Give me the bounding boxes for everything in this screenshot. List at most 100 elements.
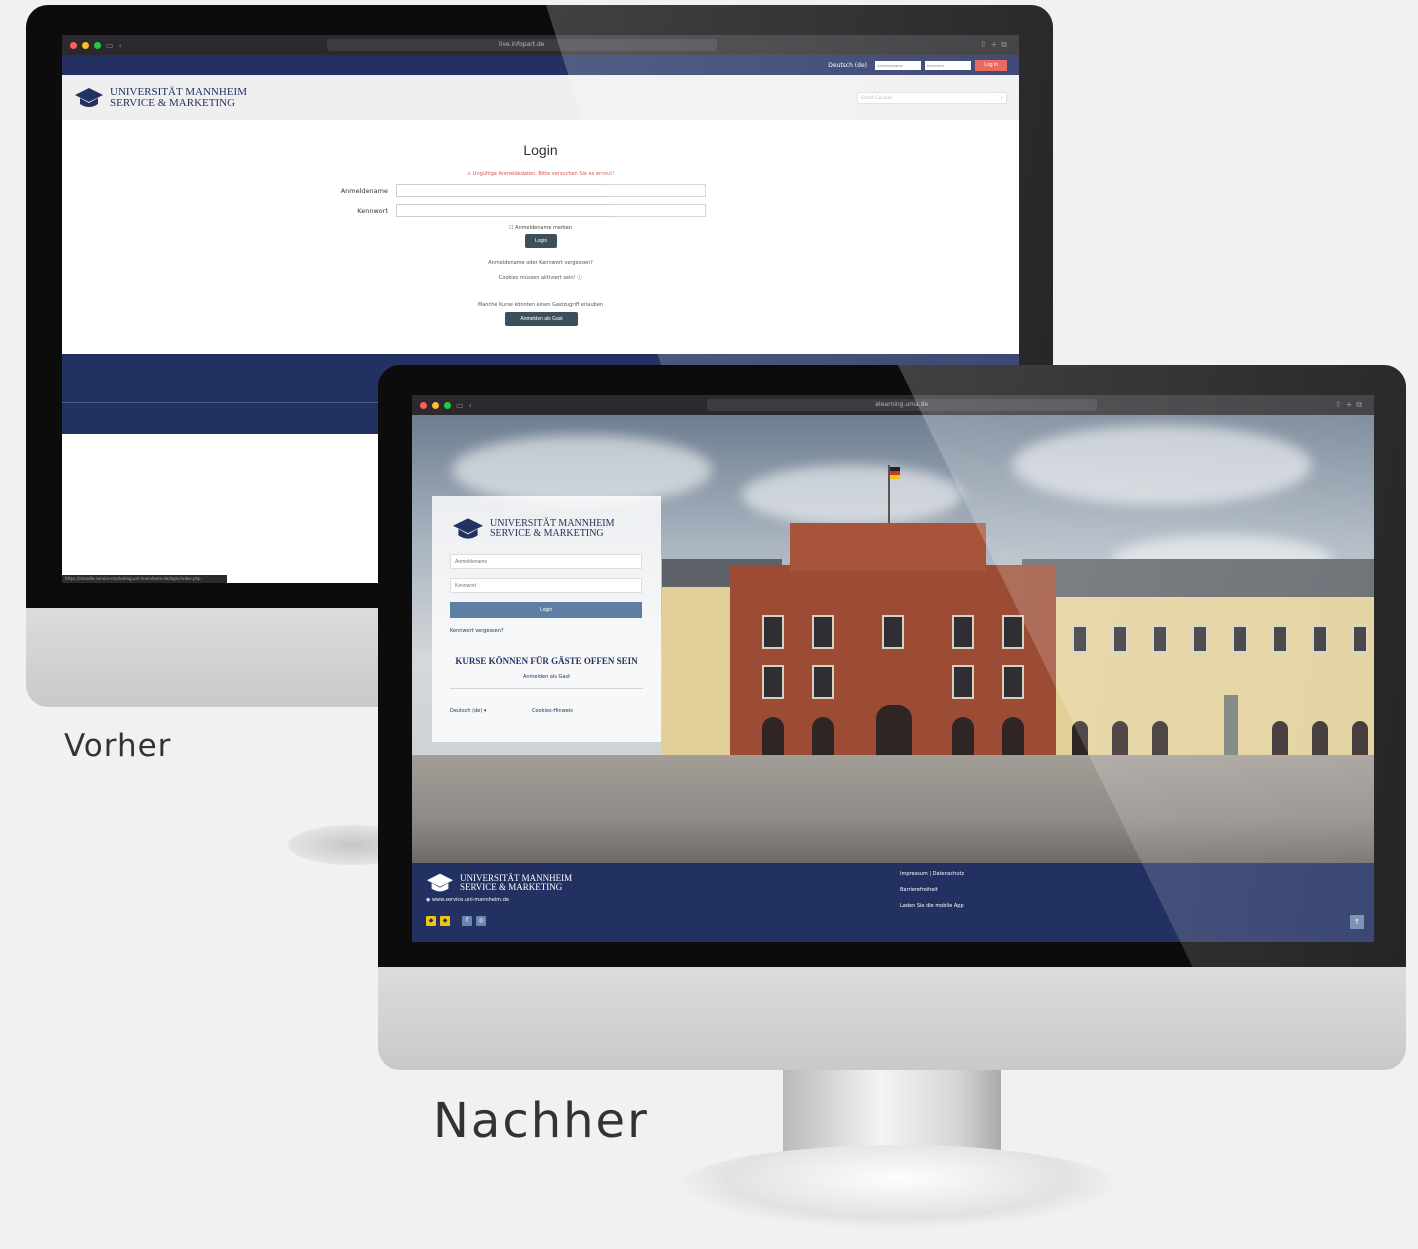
close-window-icon[interactable]	[420, 401, 427, 409]
window	[952, 615, 974, 649]
caption-before: Vorher	[64, 728, 172, 764]
close-window-icon[interactable]	[70, 41, 77, 49]
page-title: Login	[523, 142, 558, 158]
website-link[interactable]: ◉ www.service.uni-mannheim.de	[426, 897, 509, 903]
castle-background-image: UNIVERSITÄT MANNHEIM SERVICE & MARKETING…	[412, 415, 1374, 863]
cookies-notice: Cookies müssen aktiviert sein! ⓘ	[498, 275, 583, 281]
instagram-icon[interactable]: ◎	[476, 916, 486, 926]
archway	[762, 717, 784, 757]
archway	[1312, 721, 1328, 757]
archway	[952, 717, 974, 757]
browser-actions-icon[interactable]: ⇧+⧉	[1335, 400, 1366, 410]
mobile-app-link[interactable]: Laden Sie die mobile App	[900, 903, 964, 909]
after-screen: ▭ ‹ elearning.uma.de ⇧+⧉ UNIVERSITÄT MAN…	[412, 395, 1374, 942]
username-input[interactable]	[450, 554, 642, 569]
palace-tower	[790, 523, 986, 571]
back-icon[interactable]: ‹	[469, 401, 472, 410]
social-icon-2[interactable]: ◆	[440, 916, 450, 926]
topbar-password-input[interactable]	[925, 60, 971, 70]
impressum-link[interactable]: Impressum	[900, 871, 928, 877]
username-label: Anmeldename	[340, 186, 388, 195]
datenschutz-link[interactable]: Datenschutz	[933, 871, 964, 877]
logo-line-2: SERVICE & MARKETING	[460, 882, 563, 892]
guest-access-info: Manche Kurse könnten einen Gastzugriff e…	[477, 302, 604, 308]
archway	[812, 717, 834, 757]
language-selector[interactable]: Deutsch (de) ▾	[450, 708, 486, 714]
archway	[1152, 721, 1168, 757]
archway	[1272, 721, 1288, 757]
site-header: UNIVERSITÄT MANNHEIM SERVICE & MARKETING…	[62, 75, 1019, 120]
sidebar-icon[interactable]: ▭	[456, 401, 464, 410]
browser-status-bar: https://moodle.service-marketing.uni-man…	[62, 575, 227, 583]
maximize-window-icon[interactable]	[94, 41, 101, 49]
cloud	[1012, 425, 1312, 505]
archway	[1002, 717, 1024, 757]
scroll-to-top-button[interactable]: ↑	[1350, 915, 1364, 929]
help-icon[interactable]: ⓘ	[577, 275, 582, 281]
window	[812, 615, 834, 649]
forgot-password-link[interactable]: Kennwort vergessen?	[450, 628, 504, 634]
password-input[interactable]	[396, 204, 706, 217]
back-icon[interactable]: ‹	[119, 41, 122, 50]
address-bar[interactable]: live.infopart.de	[326, 39, 717, 51]
sidebar-icon[interactable]: ▭	[106, 41, 114, 50]
after-monitor-bezel: ▭ ‹ elearning.uma.de ⇧+⧉ UNIVERSITÄT MAN…	[378, 365, 1406, 967]
username-input[interactable]	[396, 184, 706, 197]
accessibility-link[interactable]: Barrierefreiheit	[900, 887, 938, 893]
cloud	[452, 435, 712, 505]
archway	[1352, 721, 1368, 757]
courtyard-pavement	[412, 755, 1374, 863]
login-section: Login ⚠ Ungültige Anmeldedaten. Bitte ve…	[62, 120, 1019, 354]
minimize-window-icon[interactable]	[432, 401, 439, 409]
mortarboard-icon	[426, 873, 454, 892]
login-card: UNIVERSITÄT MANNHEIM SERVICE & MARKETING…	[432, 496, 661, 742]
login-button[interactable]: Login	[525, 234, 557, 248]
social-icon-1[interactable]: ◆	[426, 916, 436, 926]
guest-login-button[interactable]: Anmelden als Gast	[505, 312, 578, 326]
guest-access-heading: KURSE KÖNNEN FÜR GÄSTE OFFEN SEIN	[455, 656, 638, 666]
after-monitor-chin	[378, 967, 1406, 1070]
topbar-login-button[interactable]: Log in	[975, 59, 1007, 71]
forgot-credentials-link[interactable]: Anmeldename oder Kennwort vergessen?	[62, 260, 1019, 266]
language-selector[interactable]: Deutsch (de)	[828, 62, 867, 69]
password-row: Kennwort	[320, 204, 710, 217]
guest-login-link[interactable]: Anmelden als Gast	[432, 674, 661, 680]
window	[762, 665, 784, 699]
roof-right	[1022, 559, 1374, 599]
topbar-username-input[interactable]	[875, 60, 921, 70]
address-bar[interactable]: elearning.uma.de	[706, 399, 1097, 411]
browser-toolbar: ▭ ‹ live.infopart.de ⇧+⧉	[62, 35, 1019, 55]
login-error-message: ⚠ Ungültige Anmeldedaten. Bitte versuche…	[466, 171, 615, 177]
minimize-window-icon[interactable]	[82, 41, 89, 49]
card-divider	[450, 688, 643, 689]
site-footer: UNIVERSITÄT MANNHEIM SERVICE & MARKETING…	[412, 863, 1374, 942]
monitor-stand-base	[678, 1145, 1118, 1229]
course-search-input[interactable]: Search Courses ⌕	[857, 91, 1007, 104]
search-icon[interactable]: ⌕	[1001, 95, 1003, 100]
window	[1002, 665, 1024, 699]
maximize-window-icon[interactable]	[444, 401, 451, 409]
window	[1312, 625, 1328, 653]
window	[952, 665, 974, 699]
password-input[interactable]	[450, 578, 642, 593]
window	[762, 615, 784, 649]
cookies-notice-link[interactable]: Cookies-Hinweis	[532, 708, 573, 714]
window	[1352, 625, 1368, 653]
window	[1192, 625, 1208, 653]
browser-actions-icon[interactable]: ⇧+⧉	[980, 40, 1011, 50]
facebook-icon[interactable]: f	[462, 916, 472, 926]
cloud	[742, 465, 962, 525]
archway	[1112, 721, 1128, 757]
login-button[interactable]: Login	[450, 602, 642, 618]
logo-line-2: SERVICE & MARKETING	[490, 528, 604, 539]
university-logo[interactable]: UNIVERSITÄT MANNHEIM SERVICE & MARKETING	[74, 86, 247, 110]
username-row: Anmeldename	[320, 184, 710, 197]
university-logo[interactable]: UNIVERSITÄT MANNHEIM SERVICE & MARKETING	[452, 516, 615, 542]
footer-logo[interactable]: UNIVERSITÄT MANNHEIM SERVICE & MARKETING	[426, 871, 572, 895]
chevron-down-icon: ▾	[483, 708, 487, 714]
browser-toolbar: ▭ ‹ elearning.uma.de ⇧+⧉	[412, 395, 1374, 415]
mortarboard-icon	[453, 518, 483, 539]
remember-username[interactable]: ☐ Anmeldename merken	[62, 225, 1019, 231]
window	[1152, 625, 1168, 653]
main-entrance	[876, 705, 912, 757]
